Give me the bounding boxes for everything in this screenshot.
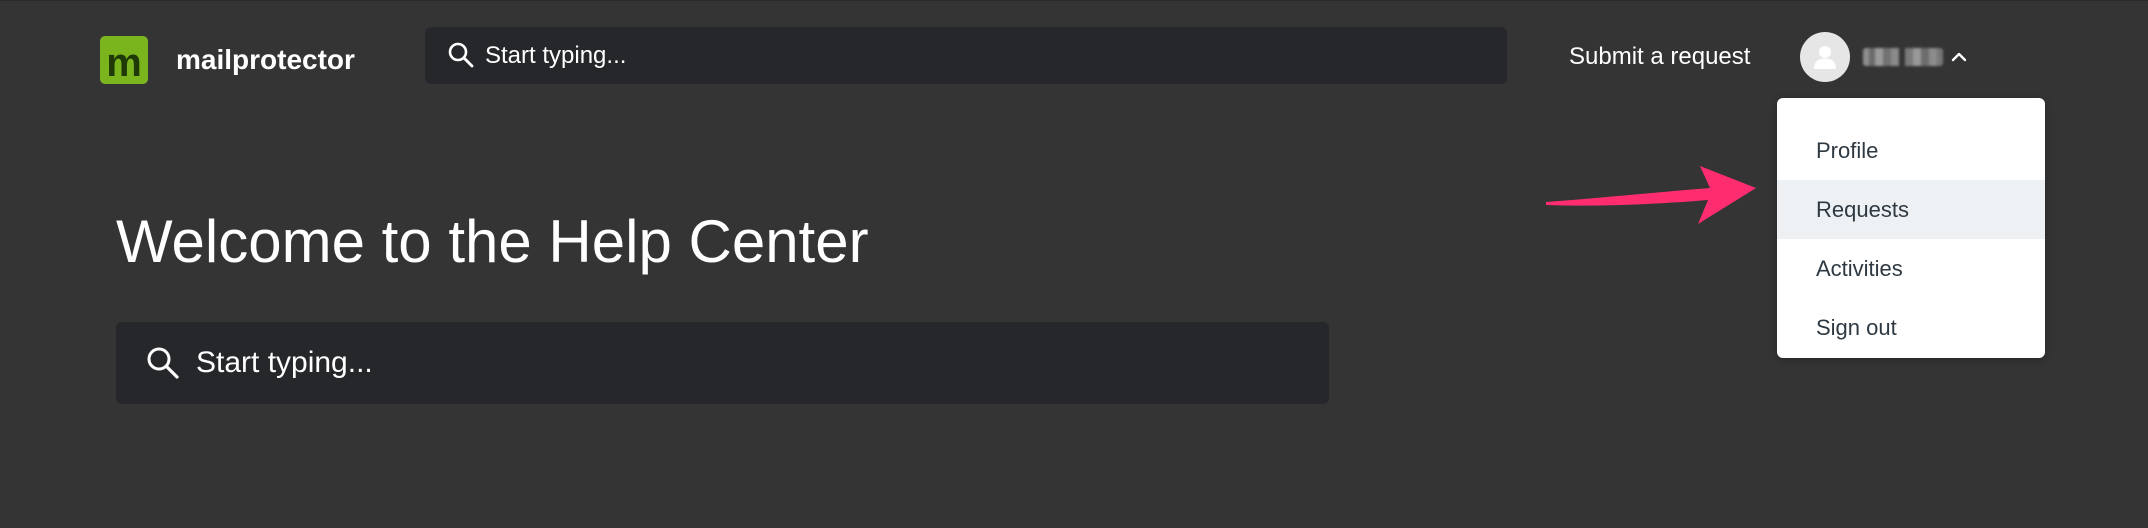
user-name[interactable]: ███ ████ bbox=[1863, 48, 1943, 66]
avatar[interactable] bbox=[1800, 32, 1850, 82]
logo[interactable]: m bbox=[100, 36, 148, 84]
header-search-bar[interactable] bbox=[425, 27, 1507, 84]
hero-search-input[interactable] bbox=[196, 322, 1306, 404]
logo-letter: m bbox=[106, 41, 142, 85]
top-border bbox=[0, 0, 2148, 1]
header-search-input[interactable] bbox=[485, 27, 1485, 84]
submit-request-link[interactable]: Submit a request bbox=[1569, 40, 1750, 74]
menu-item-sign-out[interactable]: Sign out bbox=[1777, 298, 2045, 357]
user-menu-toggle[interactable]: ███ ████ bbox=[1800, 32, 1967, 82]
search-icon bbox=[146, 346, 180, 385]
arrow-right-icon bbox=[1546, 166, 1756, 224]
page-title: Welcome to the Help Center bbox=[116, 208, 869, 275]
hero-search-bar[interactable] bbox=[116, 322, 1329, 404]
menu-item-requests[interactable]: Requests bbox=[1777, 180, 2045, 239]
menu-item-profile[interactable]: Profile bbox=[1777, 121, 2045, 180]
search-icon bbox=[447, 41, 475, 74]
user-icon bbox=[1814, 46, 1836, 69]
user-dropdown-menu: Profile Requests Activities Sign out bbox=[1777, 98, 2045, 358]
menu-item-activities[interactable]: Activities bbox=[1777, 239, 2045, 298]
chevron-up-icon[interactable] bbox=[1951, 51, 1967, 63]
brand-name[interactable]: mailprotector bbox=[176, 42, 355, 78]
